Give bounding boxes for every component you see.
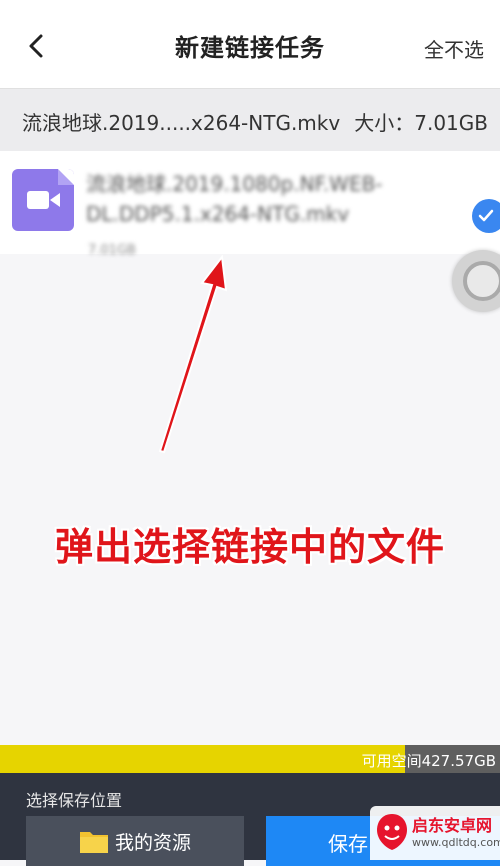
video-file-icon: [12, 169, 74, 231]
watermark-url: www.qdltdq.com: [412, 836, 500, 849]
watermark-name: 启东安卓网: [412, 816, 493, 835]
task-filename: 流浪地球.2019.....x264-NTG.mkv: [22, 111, 341, 135]
save-location-label: 选择保存位置: [26, 791, 123, 810]
checkmark-icon[interactable]: [472, 199, 500, 233]
task-size: 大小：7.01GB: [354, 111, 488, 135]
folder-icon: [79, 832, 108, 853]
my-resources-label: 我的资源: [114, 831, 191, 854]
storage-fill: [0, 745, 405, 773]
deselect-all-button[interactable]: 全不选: [424, 34, 484, 63]
arrow-annotation-icon: [158, 255, 228, 454]
file-name: 流浪地球.2019.1080p.NF.WEB-DL.DDP5.1.x264-NT…: [86, 172, 383, 226]
task-info-bar: 流浪地球.2019.....x264-NTG.mkv 大小：7.01GB: [0, 88, 500, 152]
watermark: 启东安卓网 www.qdltdq.com: [370, 806, 500, 860]
file-size: 7.01GB: [88, 243, 136, 258]
annotation-caption: 弹出选择链接中的文件: [54, 525, 445, 569]
storage-available: 可用空间427.57GB: [361, 752, 496, 770]
header: 新建链接任务 全不选: [0, 0, 500, 88]
save-label: 保存: [328, 832, 368, 856]
storage-bar: 可用空间427.57GB: [0, 745, 500, 773]
my-resources-button[interactable]: 我的资源: [26, 816, 244, 866]
watermark-logo-icon: [377, 814, 407, 850]
file-list-item[interactable]: 流浪地球.2019.1080p.NF.WEB-DL.DDP5.1.x264-NT…: [0, 151, 500, 258]
floating-assist-button[interactable]: [452, 250, 500, 312]
